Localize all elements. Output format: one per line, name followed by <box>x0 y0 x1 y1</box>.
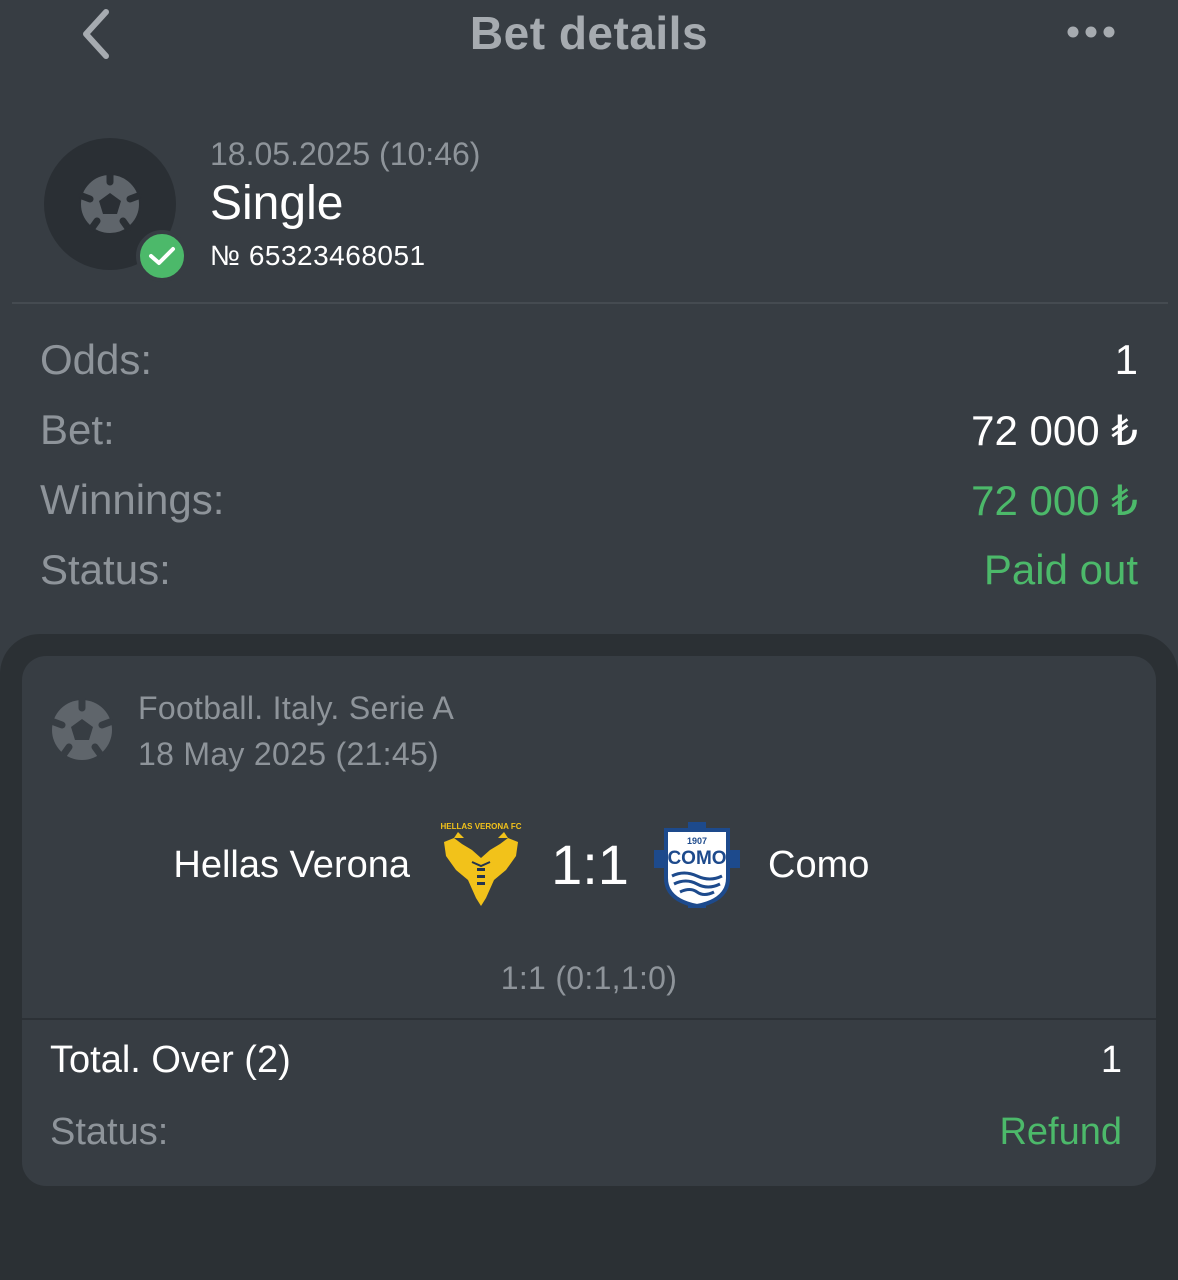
hellas-verona-logo-icon: HELLAS VERONA FC <box>440 822 522 906</box>
won-status-badge <box>136 230 188 282</box>
como-logo-icon: 1907 COMO <box>654 822 740 909</box>
status-row: Status: Paid out <box>40 542 1138 598</box>
home-team-name: Hellas Verona <box>173 844 410 886</box>
market-status-value: Refund <box>999 1110 1122 1153</box>
divider <box>12 302 1168 304</box>
bet-details-screen: Bet details 18.05.2025 (10:46) Single № … <box>0 0 1178 1280</box>
odds-value: 1 <box>1114 336 1138 383</box>
bet-number[interactable]: № 65323468051 <box>210 240 426 272</box>
bet-amount-value: 72 000 ₺ <box>971 406 1138 454</box>
header: Bet details <box>0 0 1178 70</box>
event-card[interactable]: Football. Italy. Serie A 18 May 2025 (21… <box>22 656 1156 1186</box>
home-logo-text: HELLAS VERONA FC <box>440 822 521 831</box>
more-dots-icon <box>1067 26 1115 38</box>
away-team-name: Como <box>768 844 870 886</box>
status-value: Paid out <box>983 546 1138 593</box>
market-odds: 1 <box>1100 1038 1122 1081</box>
football-icon <box>50 698 114 760</box>
event-datetime: 18 May 2025 (21:45) <box>138 736 439 772</box>
away-logo-text: COMO <box>667 848 726 869</box>
bet-datetime: 18.05.2025 (10:46) <box>210 136 481 172</box>
market-name: Total. Over (2) <box>50 1038 291 1081</box>
score-breakdown: 1:1 (0:1,1:0) <box>500 960 678 996</box>
market-row: Total. Over (2) 1 <box>50 1034 1122 1086</box>
page-title: Bet details <box>469 7 709 59</box>
football-icon <box>78 172 142 235</box>
bet-type: Single <box>210 177 344 230</box>
bet-amount-label: Bet: <box>40 406 115 453</box>
final-score: 1:1 <box>551 833 629 896</box>
bet-amount-row: Bet: 72 000 ₺ <box>40 402 1138 458</box>
market-status-label: Status: <box>50 1110 169 1153</box>
status-label: Status: <box>40 546 171 593</box>
more-options-button[interactable] <box>1056 12 1126 52</box>
league-name: Football. Italy. Serie A <box>138 690 455 726</box>
market-status-row: Status: Refund <box>50 1106 1122 1158</box>
away-logo-year: 1907 <box>687 836 707 846</box>
odds-row: Odds: 1 <box>40 332 1138 388</box>
check-icon <box>149 247 175 265</box>
odds-label: Odds: <box>40 336 153 383</box>
divider <box>22 1018 1156 1020</box>
winnings-value: 72 000 ₺ <box>971 476 1138 524</box>
winnings-label: Winnings: <box>40 476 225 523</box>
winnings-row: Winnings: 72 000 ₺ <box>40 472 1138 528</box>
